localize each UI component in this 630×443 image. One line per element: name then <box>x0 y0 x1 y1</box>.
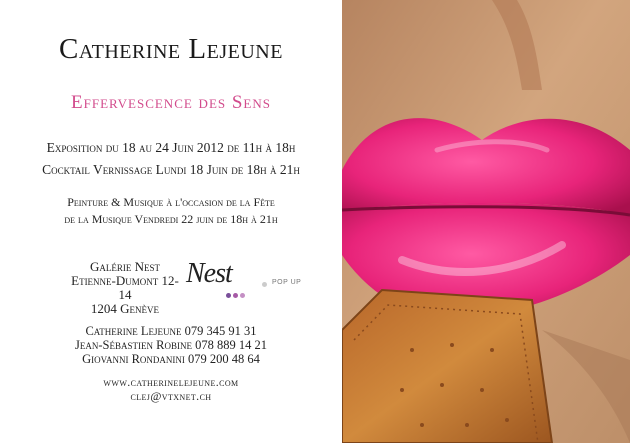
nest-logo: Nest POP UP <box>186 258 306 304</box>
text-panel: Catherine Lejeune Effervescence des Sens… <box>0 0 342 443</box>
exposition-dates: Exposition du 18 au 24 Juin 2012 de 11h … <box>46 140 296 155</box>
contact-line: Jean-Sébastien Robine 078 889 14 21 <box>75 338 267 352</box>
contact-line: Giovanni Rondanini 079 200 48 64 <box>82 352 260 366</box>
popup-tag: POP UP <box>272 279 302 286</box>
music-event-line-2: de la Musique Vendredi 22 juin de 18h à … <box>64 212 278 226</box>
logo-dot <box>226 293 231 298</box>
email-link[interactable]: clej@vtxnet.ch <box>0 389 342 404</box>
popup-dot <box>262 282 267 287</box>
artist-name: Catherine Lejeune <box>59 33 283 65</box>
nest-logo-word: Nest <box>186 258 233 289</box>
nest-logo-dots <box>226 285 247 303</box>
painting-image <box>342 0 630 443</box>
contact-line: Catherine Lejeune 079 345 91 31 <box>85 324 257 338</box>
music-event-line-1: Peinture & Musique à l'occasion de la Fê… <box>67 195 275 209</box>
exhibition-title: Effervescence des Sens <box>71 92 271 113</box>
venue-street: Etienne-Dumont 12-14 <box>71 273 179 302</box>
biscuit <box>342 288 554 443</box>
venue-name: Galérie Nest <box>89 259 161 274</box>
venue-city: 1204 Genève <box>90 301 160 316</box>
painting-lips-biscuit <box>342 0 630 443</box>
venue-address: Galérie Nest Etienne-Dumont 12-14 1204 G… <box>70 260 180 316</box>
vernissage-dates: Cocktail Vernissage Lundi 18 Juin de 18h… <box>42 162 300 177</box>
logo-dot <box>240 293 245 298</box>
logo-dot <box>233 293 238 298</box>
exhibition-invitation-card: Catherine Lejeune Effervescence des Sens… <box>0 0 630 443</box>
website-link[interactable]: www.catherinelejeune.com <box>0 375 342 390</box>
